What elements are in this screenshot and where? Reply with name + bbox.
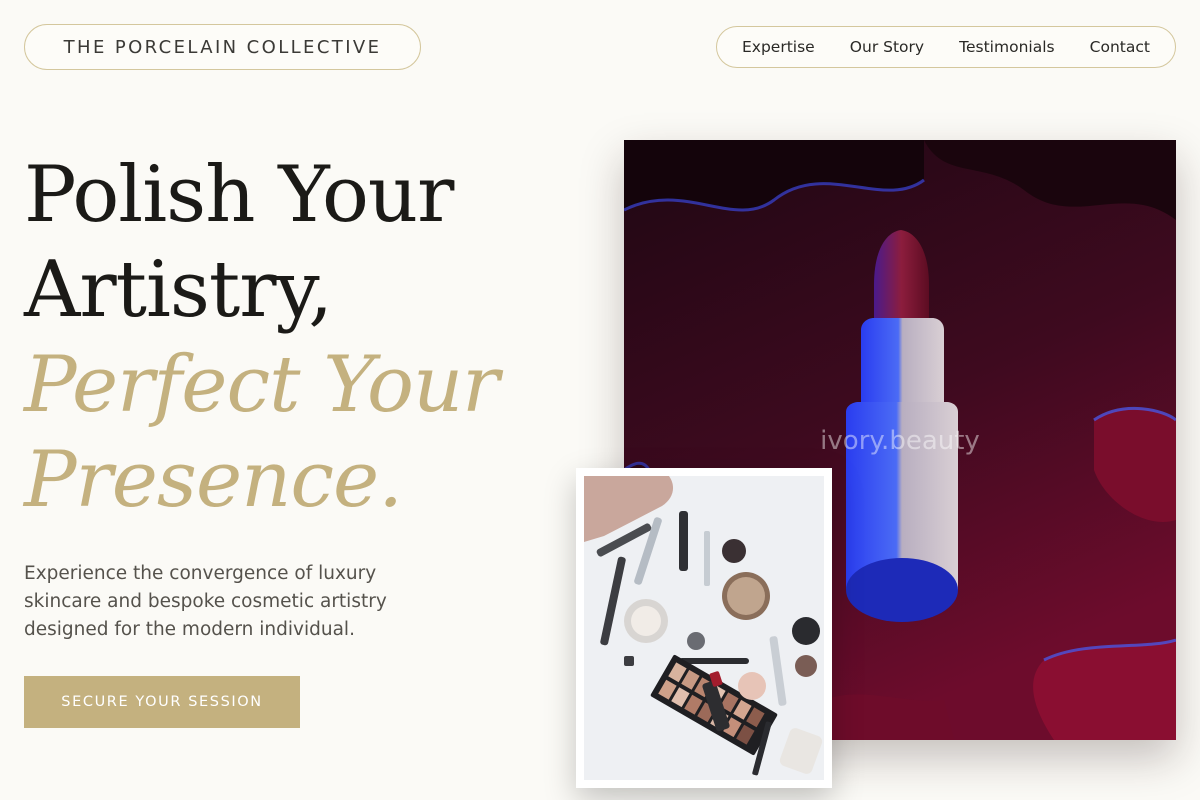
nav-contact[interactable]: Contact bbox=[1090, 38, 1150, 56]
hero-title-line-1: Polish Your bbox=[24, 150, 454, 240]
cosmetics-flatlay-illustration bbox=[584, 476, 824, 780]
watermark-text: ivory.beauty bbox=[820, 426, 980, 456]
brand-logo[interactable]: THE PORCELAIN COLLECTIVE bbox=[24, 24, 421, 70]
hero-title-line-4: Presence. bbox=[24, 435, 403, 525]
hero-title: Polish Your Artistry, Perfect Your Prese… bbox=[24, 148, 584, 528]
nav-our-story[interactable]: Our Story bbox=[850, 38, 924, 56]
cosmetics-flatlay-photo bbox=[576, 468, 832, 788]
hero-title-line-2: Artistry, bbox=[24, 245, 333, 335]
nav-expertise[interactable]: Expertise bbox=[742, 38, 815, 56]
main-nav: Expertise Our Story Testimonials Contact bbox=[716, 26, 1176, 68]
secure-session-button[interactable]: SECURE YOUR SESSION bbox=[24, 676, 300, 728]
hero-description: Experience the convergence of luxury ski… bbox=[24, 563, 387, 640]
hero-title-line-3: Perfect Your bbox=[24, 340, 499, 430]
nav-testimonials[interactable]: Testimonials bbox=[959, 38, 1054, 56]
